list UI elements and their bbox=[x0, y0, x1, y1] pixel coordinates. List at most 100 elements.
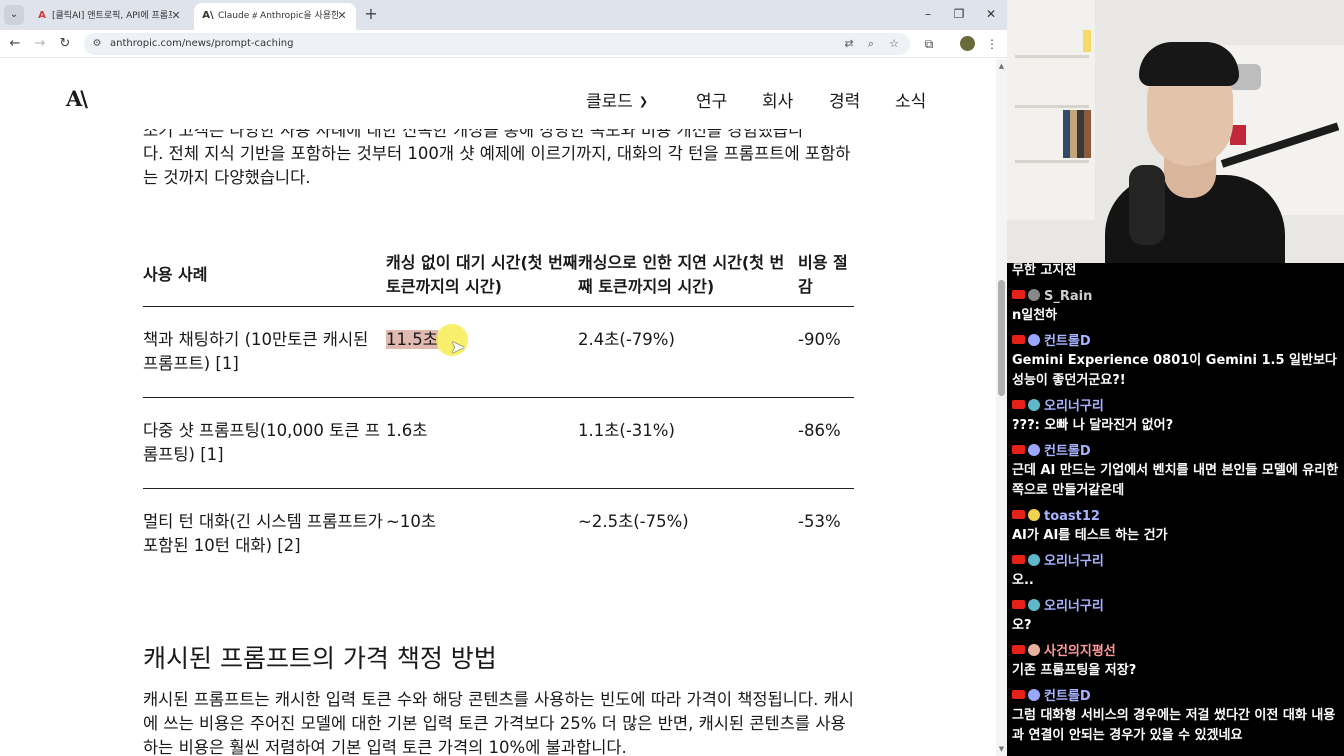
address-bar: ← → ↻ ⚙ anthropic.com/news/prompt-cachin… bbox=[0, 30, 1007, 58]
close-window-button[interactable]: ✕ bbox=[979, 4, 1003, 24]
chat-message: n일천하 bbox=[1012, 308, 1058, 323]
anthropic-logo[interactable]: A\ bbox=[66, 86, 88, 111]
tab-search-button[interactable]: ⌄ bbox=[4, 5, 24, 25]
nav-company[interactable]: 회사 bbox=[762, 87, 793, 112]
chat-user: 컨트롤D bbox=[1012, 442, 1091, 462]
intro-clipped-text: 조기 고객은 다양한 사용 사례에 대한 신속한 캐싱을 통해 상당한 속도와 … bbox=[143, 129, 804, 140]
tab-close-icon[interactable]: ✕ bbox=[169, 9, 183, 23]
scroll-up-icon[interactable]: ▲ bbox=[998, 62, 1005, 70]
forward-button[interactable]: → bbox=[31, 35, 49, 53]
nav-research[interactable]: 연구 bbox=[696, 87, 727, 112]
bookmark-star-icon[interactable]: ☆ bbox=[887, 37, 901, 51]
profile-avatar[interactable] bbox=[960, 36, 975, 51]
chat-username: 컨트롤D bbox=[1044, 444, 1091, 459]
menu-dots-icon[interactable]: ⋮ bbox=[983, 35, 1001, 53]
chat-message: 무한 고지전 bbox=[1012, 263, 1077, 278]
nav-news[interactable]: 소식 bbox=[895, 87, 926, 112]
cell-use-case: 다중 샷 프롬프팅(10,000 토큰 프롬프팅) [1] bbox=[143, 397, 386, 489]
extensions-icon[interactable]: ⧉ bbox=[920, 35, 938, 53]
streamer-hair bbox=[1139, 42, 1239, 86]
anthropic-favicon-icon: A\ bbox=[202, 10, 214, 21]
chat-username: 오리너구리 bbox=[1044, 554, 1104, 569]
live-chat: 무한 고지전 S_Rain n일천하 컨트롤D Gemini Experienc… bbox=[1007, 263, 1344, 756]
webcam-feed bbox=[1007, 0, 1344, 263]
tab-inactive[interactable]: A [클릭AI] 앤트로픽, API에 프롬프트 ✕ bbox=[28, 3, 190, 30]
arrow-right-icon: → bbox=[34, 36, 46, 51]
youtube-icon bbox=[1012, 600, 1025, 609]
user-badge-icon bbox=[1028, 644, 1040, 656]
user-badge-icon bbox=[1028, 334, 1040, 346]
lamp bbox=[1083, 30, 1091, 52]
chat-username: 컨트롤D bbox=[1044, 689, 1091, 704]
url-text[interactable]: anthropic.com/news/prompt-caching bbox=[110, 37, 293, 51]
shelf-row bbox=[1015, 105, 1089, 108]
chat-username: 오리너구리 bbox=[1044, 399, 1104, 414]
youtube-icon bbox=[1012, 690, 1025, 699]
chat-message: 오.. bbox=[1012, 573, 1034, 588]
chat-message: 근데 AI 만드는 기업에서 벤치를 내면 본인들 모델에 유리한 쪽으로 만들… bbox=[1012, 463, 1339, 498]
zoom-icon[interactable]: ⌕ bbox=[864, 37, 878, 51]
cell-cost-reduction: -53% bbox=[798, 511, 841, 531]
chat-user: 컨트롤D bbox=[1012, 332, 1091, 352]
page-scrollbar[interactable]: ▲ ▼ bbox=[996, 59, 1007, 756]
tab-close-icon[interactable]: ✕ bbox=[335, 9, 349, 23]
table-row: 다중 샷 프롬프팅(10,000 토큰 프롬프팅) [1] 1.6초 1.1초(… bbox=[143, 397, 854, 489]
chat-message: 그럼 대화형 서비스의 경우에는 저걸 썼다간 이전 대화 내용과 연결이 안되… bbox=[1012, 708, 1336, 743]
cell-latency-with-cache: ~2.5초(-75%) bbox=[578, 511, 689, 531]
youtube-icon bbox=[1012, 510, 1025, 519]
pricing-paragraph: 캐시된 프롬프트는 캐시한 입력 토큰 수와 해당 콘텐츠를 사용하는 빈도에 … bbox=[143, 690, 854, 756]
nav-label: 클로드 bbox=[586, 92, 633, 112]
user-badge-icon bbox=[1028, 399, 1040, 411]
cell-latency-without-cache: 1.6초 bbox=[386, 397, 578, 489]
pricing-section-heading: 캐시된 프롬프트의 가격 책정 방법 bbox=[143, 644, 497, 673]
back-button[interactable]: ← bbox=[6, 35, 24, 53]
scroll-down-icon[interactable]: ▼ bbox=[998, 745, 1005, 753]
translate-icon[interactable]: ⇄ bbox=[842, 37, 856, 51]
restore-button[interactable]: ❐ bbox=[947, 4, 971, 24]
new-tab-button[interactable]: + bbox=[362, 5, 380, 23]
chat-username: 오리너구리 bbox=[1044, 599, 1104, 614]
chat-username: 컨트롤D bbox=[1044, 334, 1091, 349]
user-badge-icon bbox=[1028, 444, 1040, 456]
shelf-row bbox=[1015, 55, 1089, 58]
chat-message: 오? bbox=[1012, 618, 1032, 633]
user-badge-icon bbox=[1028, 689, 1040, 701]
header-latency-with-cache: 캐싱으로 인한 지연 시간(첫 번째 토큰까지의 시간) bbox=[578, 244, 798, 307]
nav-careers[interactable]: 경력 bbox=[829, 87, 860, 112]
table-header-row: 사용 사례 캐싱 없이 대기 시간(첫 번째 토큰까지의 시간) 캐싱으로 인한… bbox=[143, 244, 854, 307]
site-info-icon[interactable]: ⚙ bbox=[90, 37, 104, 51]
tab-title: [클릭AI] 앤트로픽, API에 프롬프트 bbox=[52, 11, 172, 21]
chat-message: AI가 AI를 테스트 하는 건가 bbox=[1012, 528, 1168, 543]
cell-use-case: 책과 채팅하기 (10만토큰 캐시된 프롬프트) [1] bbox=[143, 306, 386, 398]
cell-latency-with-cache: 1.1초(-31%) bbox=[578, 397, 798, 489]
highlighted-text: 11.5초 bbox=[386, 329, 438, 349]
youtube-icon bbox=[1012, 290, 1025, 299]
reload-button[interactable]: ↻ bbox=[56, 35, 74, 53]
youtube-icon bbox=[1012, 335, 1025, 344]
chat-user: toast12 bbox=[1012, 507, 1100, 527]
table-row: 책과 채팅하기 (10만토큰 캐시된 프롬프트) [1] 11.5초 2.4초(… bbox=[143, 306, 854, 398]
chevron-down-icon: ⌄ bbox=[9, 9, 19, 20]
chat-username: 사건의지평선 bbox=[1044, 644, 1116, 659]
user-badge-icon bbox=[1028, 509, 1040, 521]
chat-user: 오리너구리 bbox=[1012, 552, 1104, 572]
chat-message: Gemini Experience 0801이 Gemini 1.5 일반보다 … bbox=[1012, 353, 1337, 388]
url-bar[interactable]: ⚙ anthropic.com/news/prompt-caching ⇄ ⌕ … bbox=[84, 33, 910, 55]
browser-window: ⌄ A [클릭AI] 앤트로픽, API에 프롬프트 ✕ A\ Claude ⧣… bbox=[0, 0, 1007, 756]
scrollbar-thumb[interactable] bbox=[998, 280, 1005, 396]
chat-username: S_Rain bbox=[1044, 289, 1093, 304]
intro-paragraph: 조기 고객은 다양한 사용 사례에 대한 신속한 캐싱을 통해 상당한 속도와 … bbox=[143, 129, 855, 190]
cell-cost-reduction: -86% bbox=[798, 397, 854, 489]
user-badge-icon bbox=[1028, 599, 1040, 611]
nav-claude[interactable]: 클로드 ❯ bbox=[586, 87, 648, 112]
tab-active[interactable]: A\ Claude ⧣ Anthropic을 사용한 ✕ bbox=[194, 3, 356, 30]
reload-icon: ↻ bbox=[59, 36, 71, 51]
shelf-row bbox=[1015, 160, 1089, 163]
user-badge-icon bbox=[1028, 289, 1040, 301]
chat-user: 오리너구리 bbox=[1012, 397, 1104, 417]
chat-message: ???: 오빠 나 달라진거 없어? bbox=[1012, 418, 1174, 433]
chevron-down-icon: ❯ bbox=[638, 95, 649, 108]
cell-cost-reduction: -90% bbox=[798, 306, 854, 398]
minimize-button[interactable]: – bbox=[916, 4, 940, 24]
chat-user: S_Rain bbox=[1012, 287, 1092, 307]
